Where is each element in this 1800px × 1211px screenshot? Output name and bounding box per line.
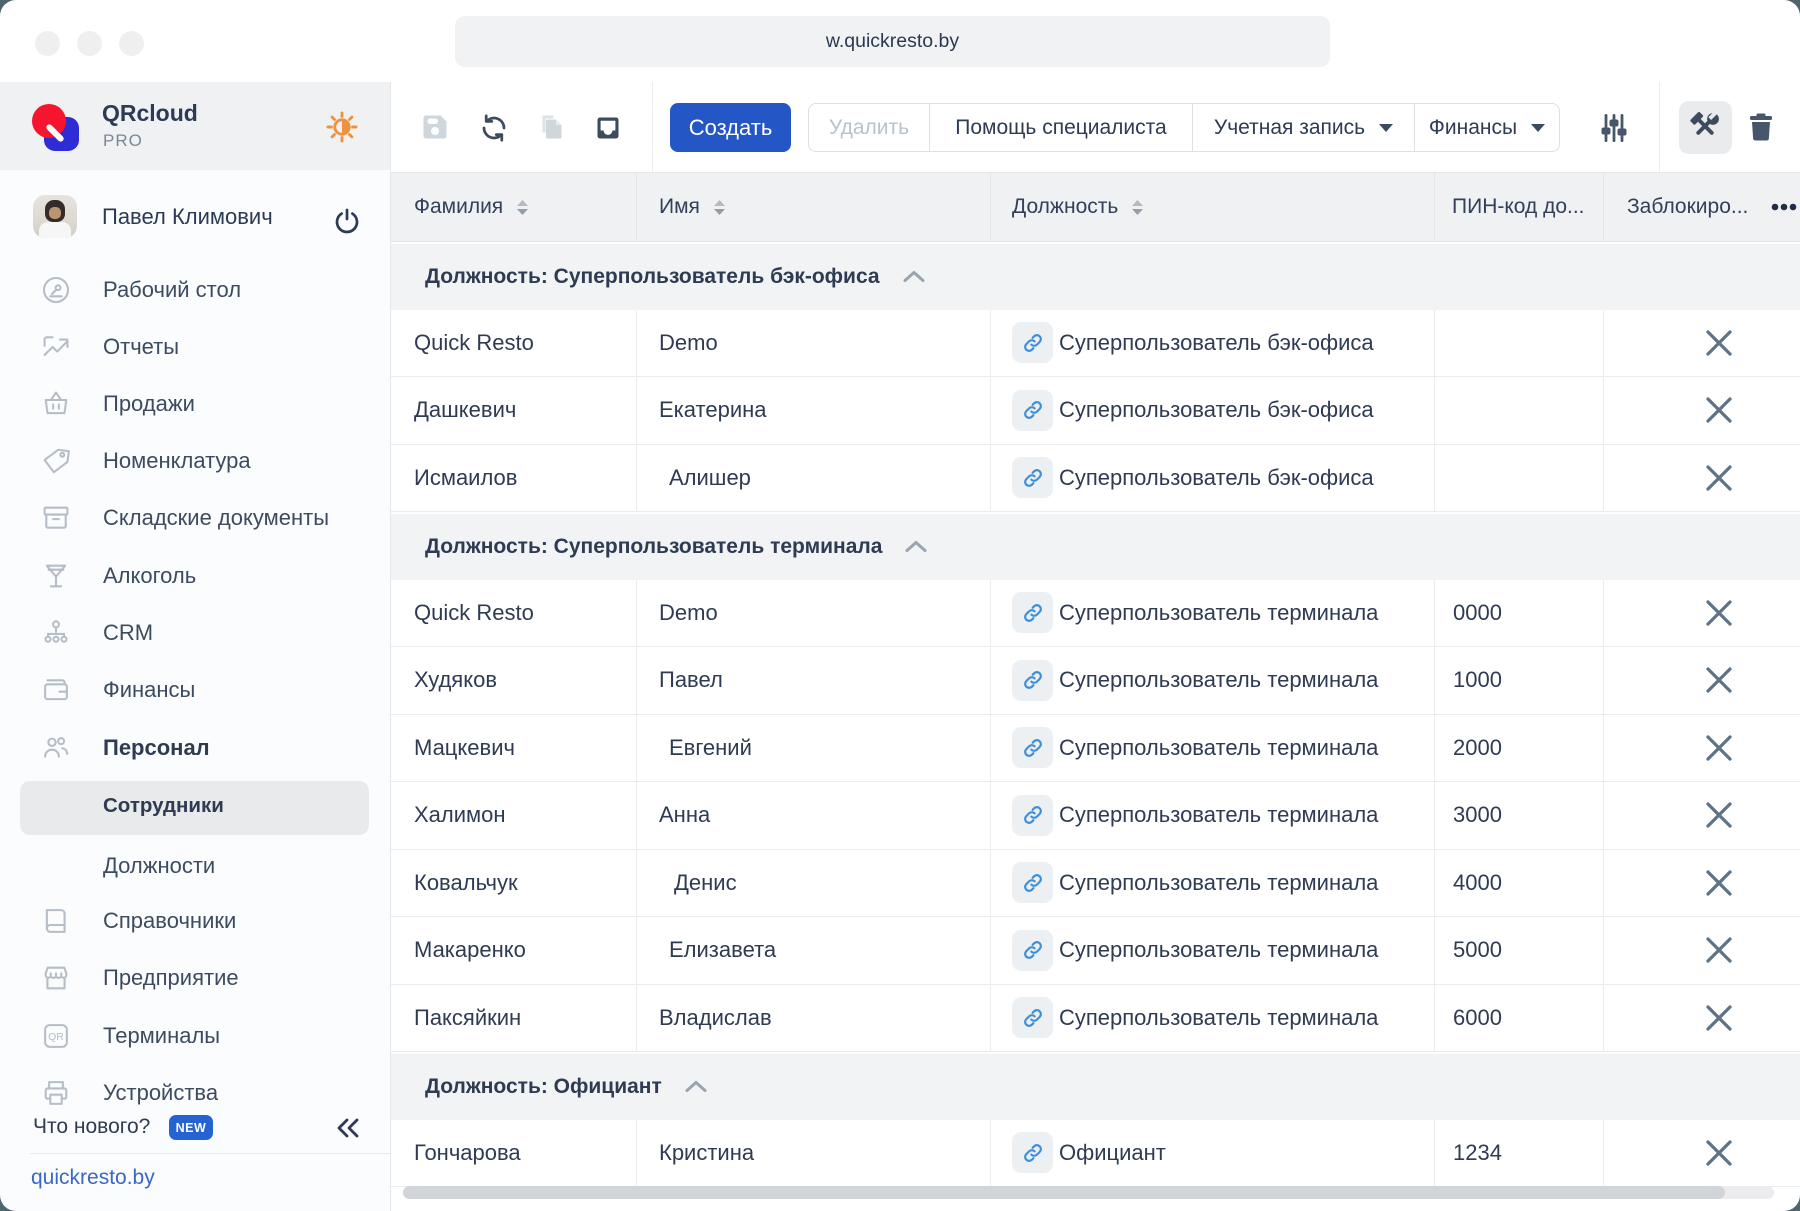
svg-text:QR: QR (48, 1032, 63, 1043)
